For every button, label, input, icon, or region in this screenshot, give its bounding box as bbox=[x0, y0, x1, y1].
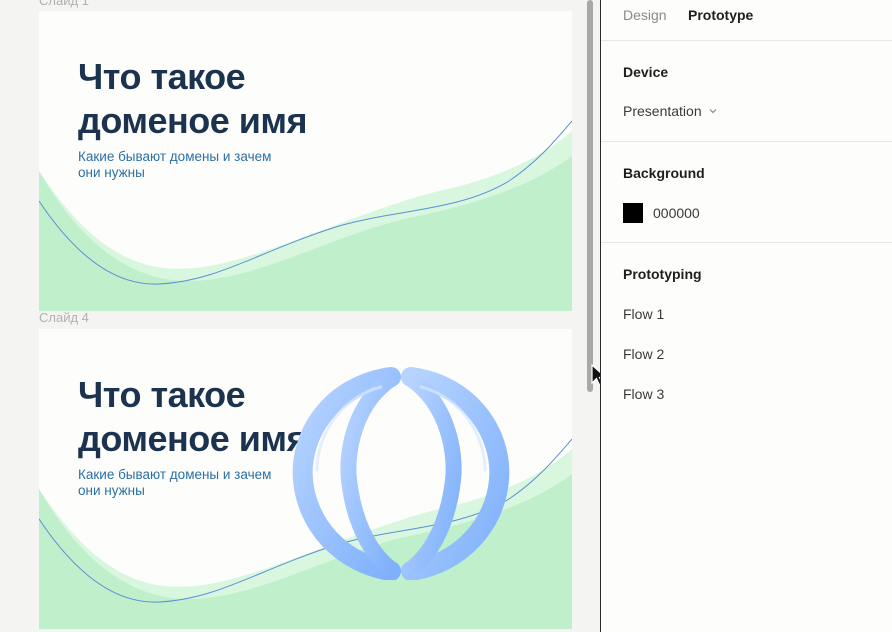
canvas-scrollbar[interactable] bbox=[587, 0, 593, 392]
panel-tabs: Design Prototype bbox=[601, 0, 892, 41]
device-title: Device bbox=[623, 64, 669, 80]
background-section: Background 000000 bbox=[601, 142, 892, 243]
slide-thumbnail-4[interactable]: Что такое доменое имя Какие бывают домен… bbox=[39, 329, 572, 629]
globe-3d-icon bbox=[292, 367, 510, 580]
slide-label: Слайд 4 bbox=[39, 310, 89, 325]
device-section: Device Presentation bbox=[601, 41, 892, 142]
flow-item[interactable]: Flow 3 bbox=[623, 386, 664, 402]
slide-label: Слайд 1 bbox=[39, 0, 89, 8]
flow-item[interactable]: Flow 1 bbox=[623, 306, 664, 322]
device-dropdown[interactable]: Presentation bbox=[623, 103, 718, 119]
title-line: Что такое bbox=[78, 56, 246, 97]
slide-subtitle: Какие бывают домены и зачем они нужны bbox=[78, 467, 271, 499]
prototyping-section: Prototyping Flow 1 Flow 2 Flow 3 bbox=[601, 243, 892, 443]
tab-prototype[interactable]: Prototype bbox=[688, 7, 753, 23]
subtitle-line: они нужны bbox=[78, 483, 145, 498]
subtitle-line: Какие бывают домены и зачем bbox=[78, 467, 272, 482]
background-title: Background bbox=[623, 165, 705, 181]
slide-thumbnail-1[interactable]: Что такое доменое имя Какие бывают домен… bbox=[39, 11, 572, 311]
title-line: доменое имя bbox=[78, 418, 308, 459]
cursor-arrow-icon bbox=[591, 364, 600, 387]
flow-item[interactable]: Flow 2 bbox=[623, 346, 664, 362]
subtitle-line: они нужны bbox=[78, 165, 145, 180]
slide-title: Что такое доменое имя bbox=[78, 373, 308, 461]
slide-subtitle: Какие бывают домены и зачем они нужны bbox=[78, 149, 271, 181]
slides-canvas[interactable]: Слайд 1 Что такое доменое имя Какие быва… bbox=[0, 0, 600, 632]
color-swatch[interactable] bbox=[623, 203, 643, 223]
prototyping-title: Prototyping bbox=[623, 266, 702, 282]
color-hex-input[interactable]: 000000 bbox=[653, 205, 700, 221]
subtitle-line: Какие бывают домены и зачем bbox=[78, 149, 272, 164]
chevron-down-icon bbox=[709, 109, 717, 114]
title-line: доменое имя bbox=[78, 100, 308, 141]
tab-design[interactable]: Design bbox=[623, 7, 667, 23]
device-value: Presentation bbox=[623, 103, 702, 119]
properties-panel: Design Prototype Device Presentation Bac… bbox=[600, 0, 892, 632]
title-line: Что такое bbox=[78, 374, 246, 415]
slide-title: Что такое доменое имя bbox=[78, 55, 308, 143]
